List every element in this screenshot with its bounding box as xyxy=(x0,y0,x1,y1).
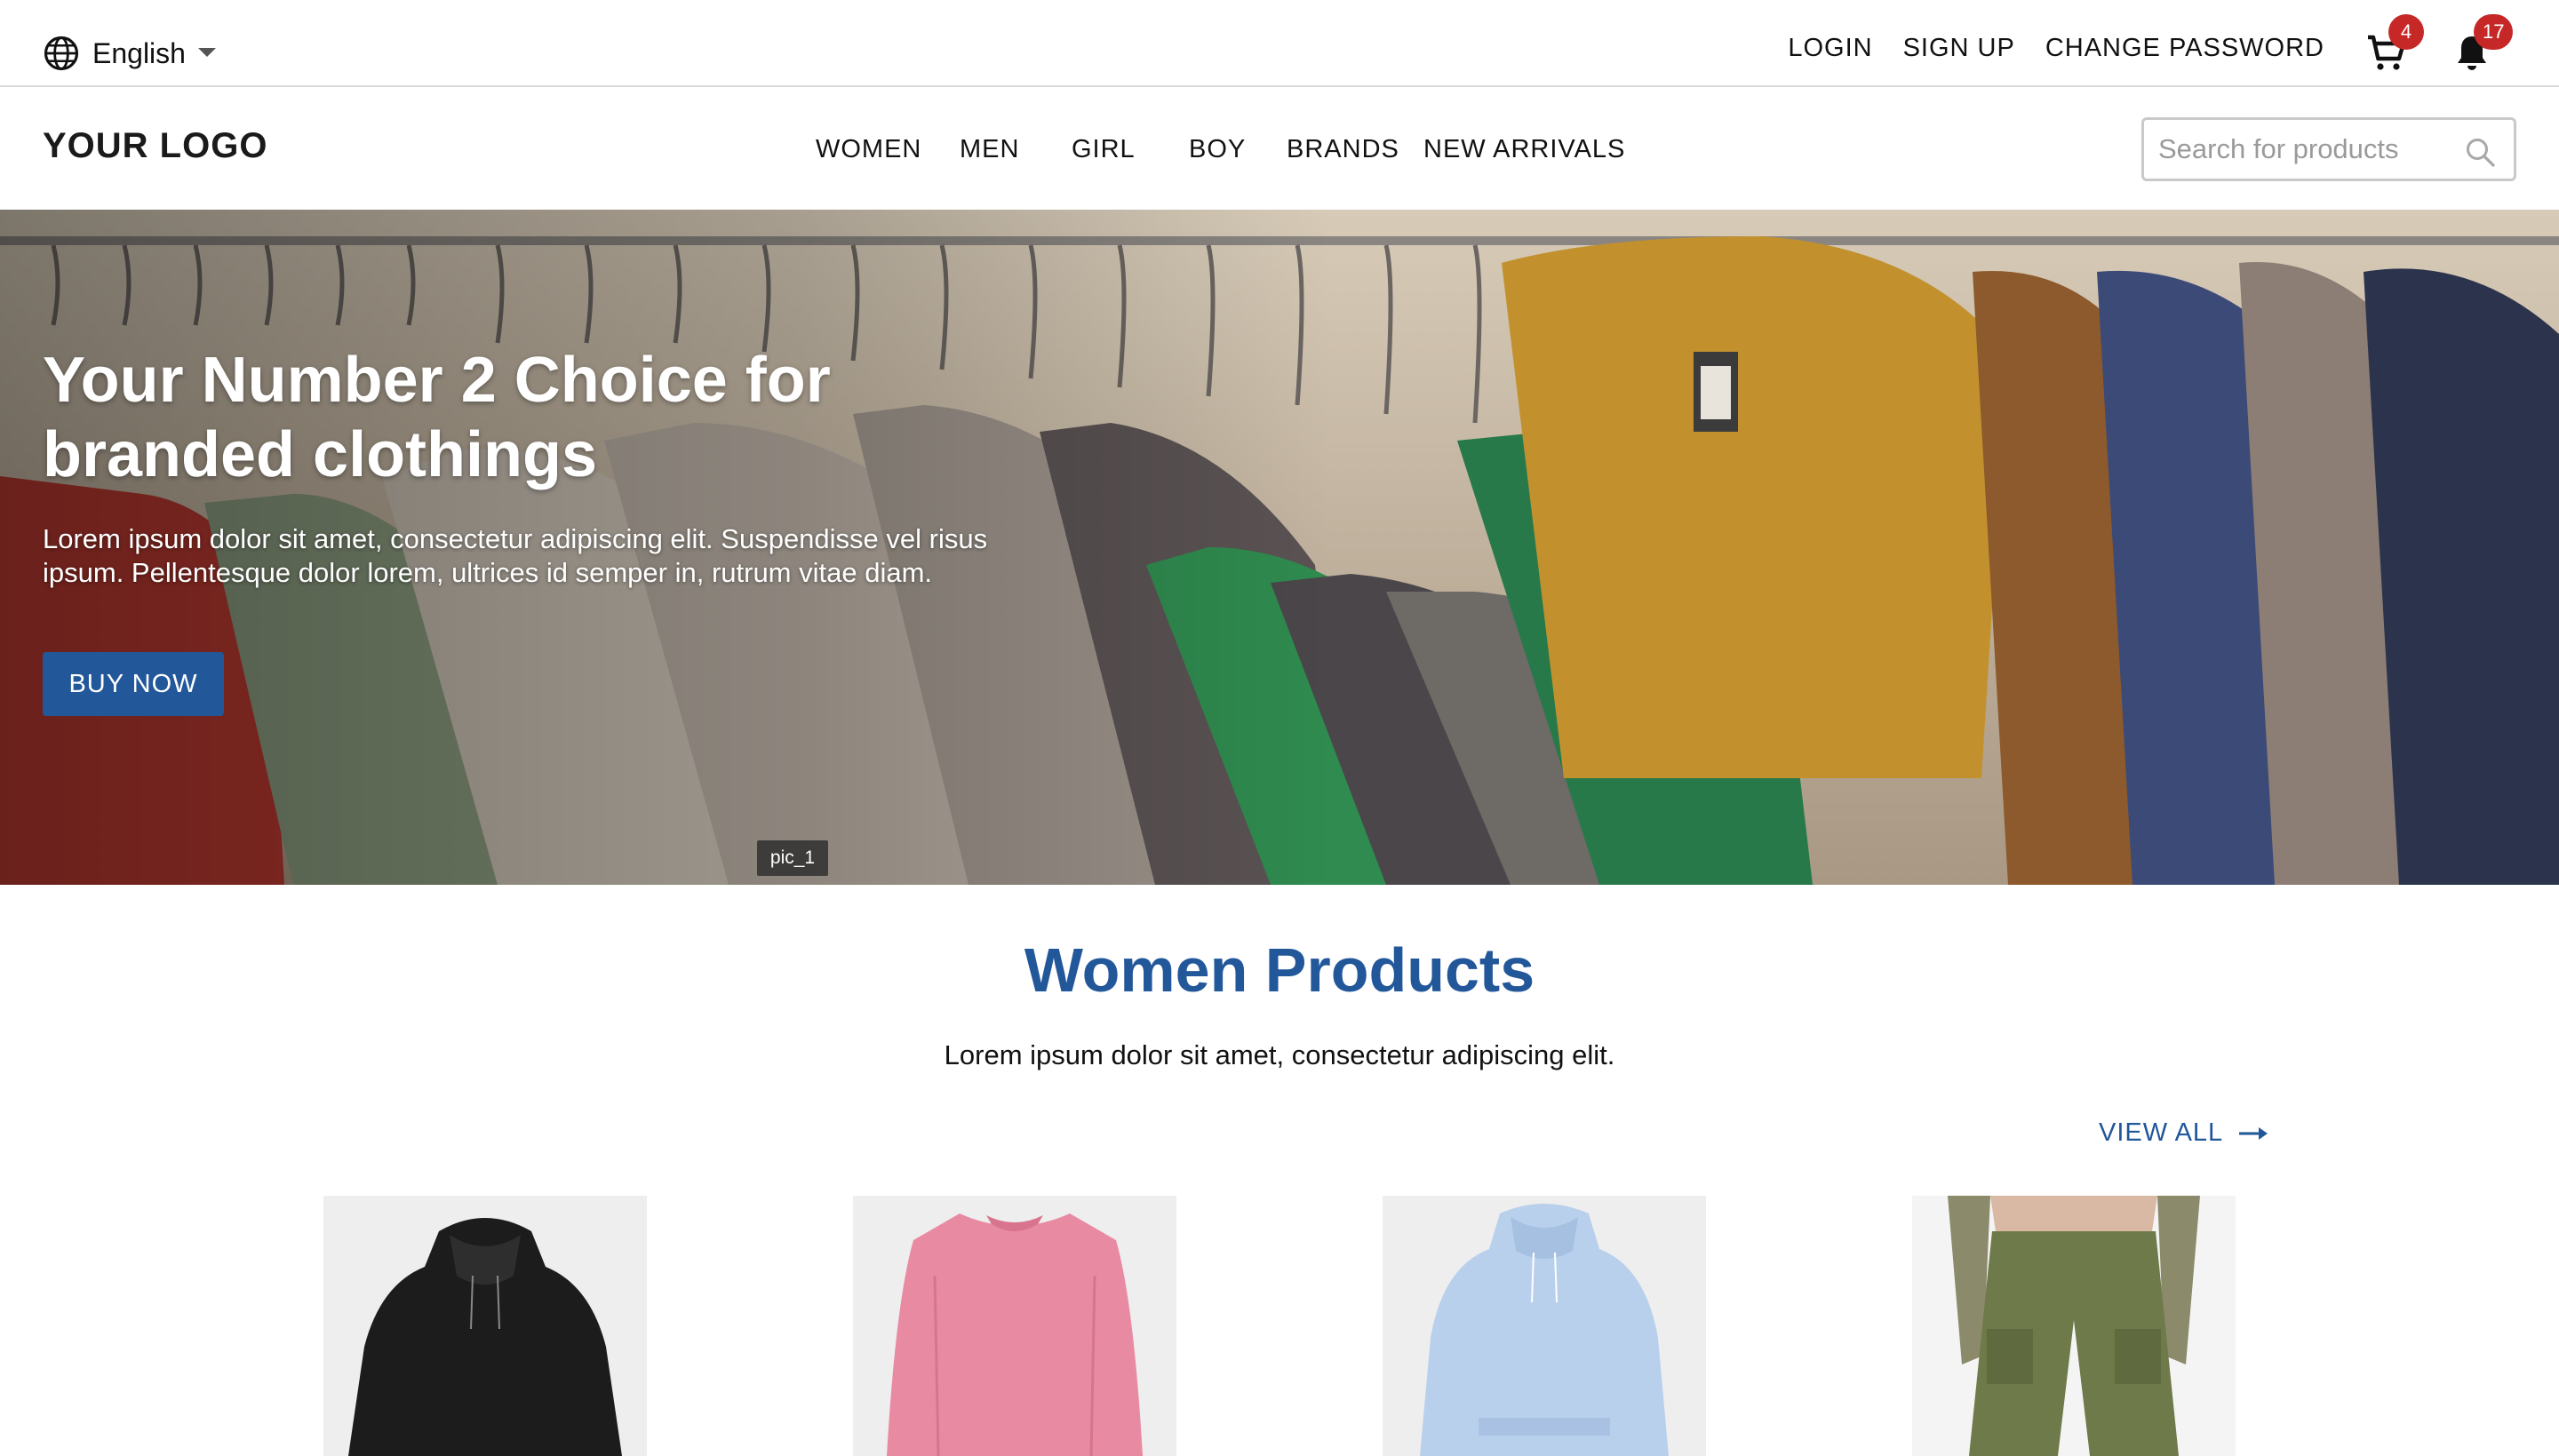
notifications-button[interactable]: 17 xyxy=(2451,14,2514,75)
language-label: English xyxy=(92,36,186,69)
nav-item-new-arrivals[interactable]: NEW ARRIVALS xyxy=(1423,135,1625,164)
globe-icon xyxy=(44,36,79,71)
search-input[interactable] xyxy=(2158,129,2460,170)
nav-item-boy[interactable]: BOY xyxy=(1189,135,1246,164)
hero-title: Your Number 2 Choice for branded clothin… xyxy=(43,345,831,490)
nav-item-men[interactable]: MEN xyxy=(960,135,1019,164)
pink-sweatshirt-image xyxy=(853,1196,1176,1456)
view-all-link[interactable]: VIEW ALL xyxy=(2099,1118,2268,1148)
nav-item-girl[interactable]: GIRL xyxy=(1072,135,1136,164)
cart-button[interactable]: 4 xyxy=(2365,14,2424,75)
product-card[interactable] xyxy=(1912,1196,2236,1456)
main-header: YOUR LOGO WOMEN MEN GIRL BOY BRANDS NEW … xyxy=(0,89,2559,210)
hero-description: Lorem ipsum dolor sit amet, consectetur … xyxy=(43,523,988,588)
black-hoodie-image xyxy=(323,1196,647,1456)
product-card[interactable] xyxy=(1383,1196,1706,1456)
section-subtitle: Lorem ipsum dolor sit amet, consectetur … xyxy=(944,1039,1615,1070)
cart-count-badge: 4 xyxy=(2388,14,2424,50)
section-title: Women Products xyxy=(1024,935,1535,1005)
nav-item-women[interactable]: WOMEN xyxy=(816,135,921,164)
login-link[interactable]: LOGIN xyxy=(1788,34,1872,63)
product-card[interactable] xyxy=(323,1196,647,1456)
search-box xyxy=(2141,117,2516,181)
hero-banner: Your Number 2 Choice for branded clothin… xyxy=(0,210,2559,885)
account-links: LOGIN SIGN UP CHANGE PASSWORD xyxy=(1788,34,2324,63)
caret-down-icon xyxy=(197,48,216,57)
site-logo[interactable]: YOUR LOGO xyxy=(43,126,267,166)
sign-up-link[interactable]: SIGN UP xyxy=(1903,34,2015,63)
top-bar: English LOGIN SIGN UP CHANGE PASSWORD 4 … xyxy=(0,0,2559,87)
notification-count-badge: 17 xyxy=(2474,14,2514,50)
green-cargo-pants-image xyxy=(1912,1196,2236,1456)
buy-now-button[interactable]: BUY NOW xyxy=(43,652,224,716)
search-icon[interactable] xyxy=(2464,136,2496,168)
change-password-link[interactable]: CHANGE PASSWORD xyxy=(2045,34,2324,63)
light-blue-hoodie-image xyxy=(1383,1196,1706,1456)
language-selector[interactable]: English xyxy=(43,32,216,75)
image-caption-tag: pic_1 xyxy=(757,840,828,876)
arrow-right-icon xyxy=(2239,1126,2268,1140)
product-card[interactable] xyxy=(853,1196,1176,1456)
nav-item-brands[interactable]: BRANDS xyxy=(1287,135,1399,164)
view-all-label: VIEW ALL xyxy=(2099,1118,2224,1147)
